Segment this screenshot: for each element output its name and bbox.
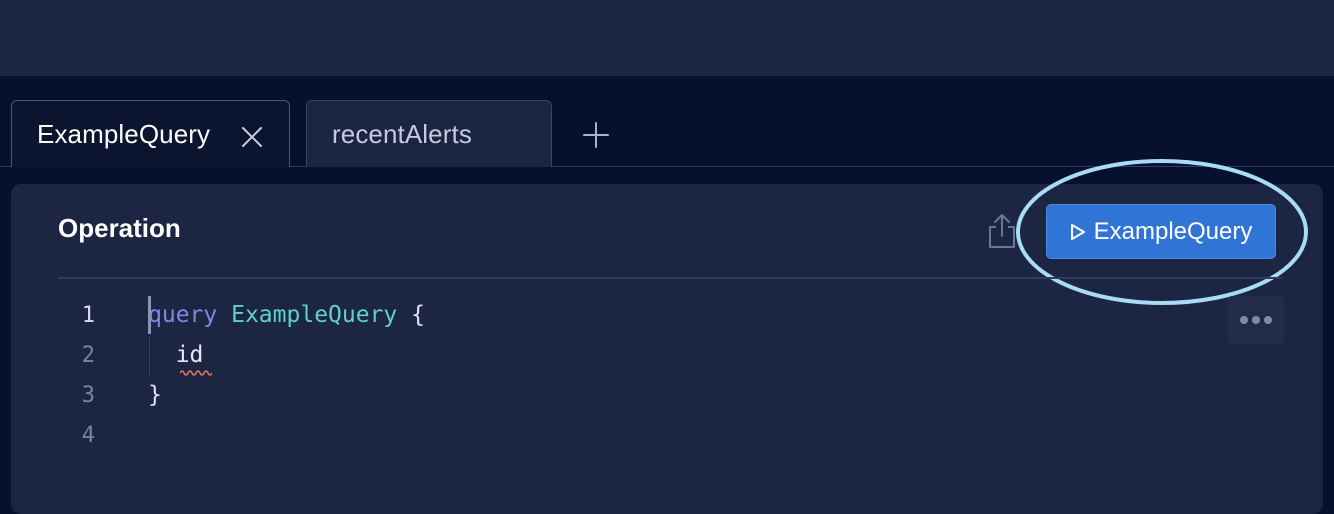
code-line-3[interactable]: } [148, 382, 162, 408]
more-options-button[interactable] [1228, 296, 1284, 344]
code-line-2[interactable]: id [148, 342, 204, 368]
code-line-1[interactable]: query ExampleQuery { [148, 302, 425, 328]
error-squiggle [180, 370, 212, 376]
tab-label: recentAlerts [332, 118, 472, 149]
text-cursor [148, 296, 151, 334]
operation-name-token: ExampleQuery [231, 302, 398, 328]
line-number: 3 [81, 383, 95, 408]
panel-title: Operation [58, 213, 181, 243]
keyword-token: query [148, 302, 218, 328]
line-number: 4 [81, 423, 95, 448]
play-icon [1070, 223, 1085, 240]
tab-example-query[interactable]: ExampleQuery [11, 100, 290, 167]
top-bar [0, 0, 1334, 76]
run-button-label: ExampleQuery [1093, 217, 1253, 245]
more-horizontal-icon [1240, 316, 1248, 324]
indent-guide [149, 336, 150, 376]
plus-icon[interactable] [583, 122, 609, 148]
tab-recent-alerts[interactable]: recentAlerts [306, 100, 552, 167]
tab-label: ExampleQuery [37, 118, 211, 149]
line-number: 2 [81, 343, 95, 368]
brace-token: { [411, 302, 425, 328]
panel-divider [58, 277, 1283, 279]
field-token: id [175, 342, 204, 368]
brace-token: } [148, 382, 162, 408]
close-icon[interactable] [241, 126, 263, 148]
line-number: 1 [81, 303, 95, 328]
run-operation-button[interactable]: ExampleQuery [1046, 204, 1276, 259]
share-icon[interactable] [986, 212, 1018, 250]
